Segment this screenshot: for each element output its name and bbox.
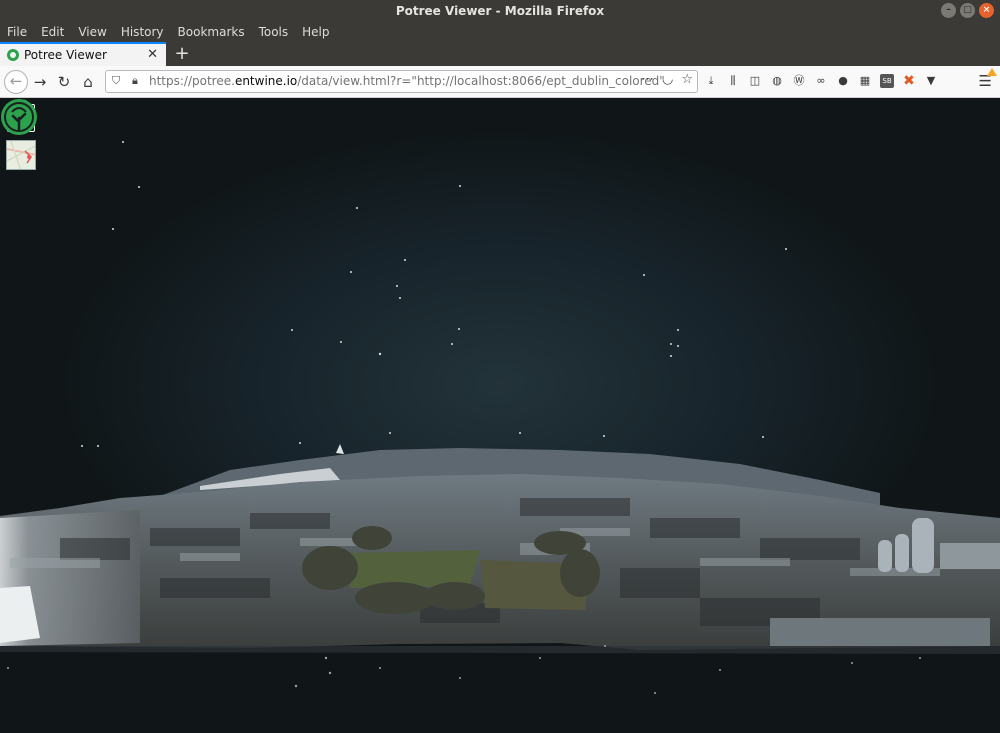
menu-file[interactable]: File: [7, 25, 27, 39]
new-tab-button[interactable]: +: [172, 43, 192, 65]
window-titlebar: Potree Viewer - Mozilla Firefox – □ ×: [0, 0, 1000, 22]
lock-icon[interactable]: 🔒︎: [132, 74, 138, 88]
window-title: Potree Viewer - Mozilla Firefox: [395, 4, 605, 18]
tracking-shield-icon[interactable]: ⛉: [112, 74, 120, 88]
account-icon[interactable]: ●: [836, 74, 850, 88]
menu-view[interactable]: View: [78, 25, 106, 39]
close-icon[interactable]: ×: [979, 3, 994, 18]
navigation-toolbar: ← → ↻ ⌂ ⛉ 🔒︎ https://potree.entwine.io/d…: [0, 66, 1000, 98]
extension-sb-icon[interactable]: SB: [880, 74, 894, 88]
menu-help[interactable]: Help: [302, 25, 329, 39]
sidebar-icon[interactable]: ◫: [748, 74, 762, 88]
back-arrow-icon[interactable]: ←: [4, 70, 28, 94]
map-icon: [7, 141, 35, 169]
tab-label: Potree Viewer: [24, 48, 107, 62]
url-text[interactable]: https://potree.entwine.io/data/view.html…: [149, 74, 665, 88]
menu-tools[interactable]: Tools: [259, 25, 289, 39]
update-warning-icon: [987, 68, 997, 76]
tab-potree-viewer[interactable]: Potree Viewer ✕: [0, 42, 166, 66]
home-icon[interactable]: ⌂: [78, 72, 98, 92]
potree-logo-icon[interactable]: [0, 98, 38, 136]
address-bar[interactable]: ⛉ 🔒︎ https://potree.entwine.io/data/view…: [105, 70, 698, 93]
menu-bookmarks[interactable]: Bookmarks: [178, 25, 245, 39]
maximize-icon[interactable]: □: [960, 3, 975, 18]
downloads-icon[interactable]: ⤓: [704, 74, 718, 88]
map-toggle-button[interactable]: [6, 140, 36, 170]
extension-globe-icon[interactable]: ◍: [770, 74, 784, 88]
bookmark-star-icon[interactable]: ☆: [681, 72, 693, 87]
tab-strip: Potree Viewer ✕ +: [0, 42, 1000, 66]
menu-bar: File Edit View History Bookmarks Tools H…: [0, 22, 1000, 42]
tab-close-icon[interactable]: ✕: [147, 47, 158, 62]
toolbar-icons: ⤓ ⫼ ◫ ◍ Ⓦ ∞ ● ▦ SB ✖ ▼: [704, 74, 938, 88]
extension-v-icon[interactable]: ▼: [924, 74, 938, 88]
page-actions-icon[interactable]: ⋯: [641, 72, 654, 87]
forward-arrow-icon[interactable]: →: [30, 72, 50, 92]
point-cloud-viewport[interactable]: [0, 98, 1000, 733]
hamburger-menu-icon[interactable]: ☰: [979, 68, 997, 90]
extension-grid-icon[interactable]: ▦: [858, 74, 872, 88]
point-cloud-render[interactable]: [0, 98, 1000, 733]
reload-icon[interactable]: ↻: [54, 72, 74, 92]
menu-history[interactable]: History: [121, 25, 164, 39]
library-icon[interactable]: ⫼: [726, 74, 740, 88]
extension-x-icon[interactable]: ✖: [902, 74, 916, 88]
window-controls: – □ ×: [941, 3, 994, 18]
extension-wordpress-icon[interactable]: Ⓦ: [792, 74, 806, 88]
menu-edit[interactable]: Edit: [41, 25, 64, 39]
url-domain: entwine.io: [234, 74, 298, 88]
pocket-icon[interactable]: ◡: [662, 72, 673, 87]
url-prefix: https://potree.: [149, 74, 235, 88]
extension-infinity-icon[interactable]: ∞: [814, 74, 828, 88]
url-actions: ⋯ ◡ ☆: [641, 72, 693, 87]
potree-favicon-icon: [7, 49, 19, 61]
minimize-icon[interactable]: –: [941, 3, 956, 18]
url-suffix: /data/view.html?r="http://localhost:8066…: [297, 74, 665, 88]
